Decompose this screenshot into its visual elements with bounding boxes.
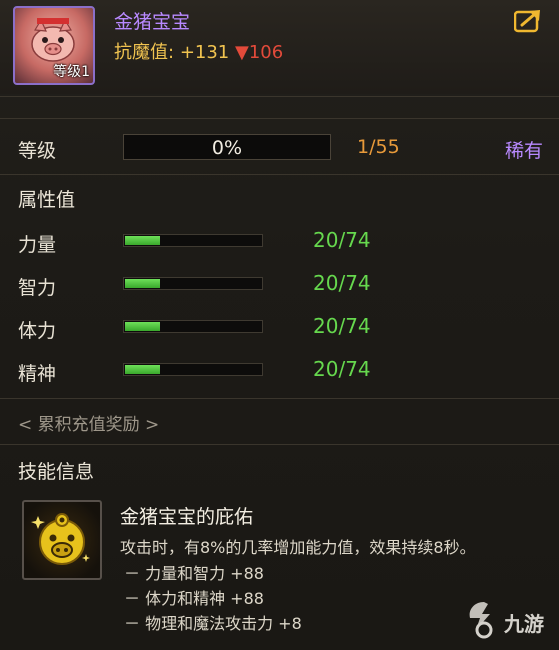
attributes-title: 属性值 <box>18 189 76 211</box>
skill-section-title: 技能信息 <box>18 461 95 483</box>
divider <box>0 174 559 175</box>
level-percent: 0% <box>211 137 243 159</box>
level-label: 等级 <box>18 140 57 162</box>
stat-label-spirit: 精神 <box>18 363 57 385</box>
watermark-text: 九游 <box>504 612 544 636</box>
stat-fill <box>125 322 161 331</box>
resist-stat: 抗魔值: +131 ▼106 <box>114 38 283 64</box>
stat-bar-intellect <box>123 277 263 290</box>
watermark-logo-icon <box>469 602 493 639</box>
share-icon[interactable] <box>514 9 542 33</box>
level-count: 1/55 <box>357 136 400 158</box>
skill-description: 攻击时，有8%的几率增加能力值，效果持续8秒。 <box>120 538 476 557</box>
skill-effect-3: － 物理和魔法攻击力 +8 <box>124 614 302 633</box>
stat-value-stamina: 20/74 <box>313 314 371 338</box>
pig-avatar-icon <box>31 18 75 62</box>
stat-label-stamina: 体力 <box>18 320 57 342</box>
site-watermark: 九游 <box>466 600 556 644</box>
stat-fill <box>125 365 161 374</box>
pet-level-badge: 等级1 <box>53 64 90 80</box>
stat-fill <box>125 236 161 245</box>
resist-drop: ▼106 <box>235 42 284 63</box>
stat-fill <box>125 279 161 288</box>
pet-header: 等级1 金猪宝宝 抗魔值: +131 ▼106 <box>0 0 559 94</box>
resist-value: +131 <box>179 42 230 63</box>
pet-name: 金猪宝宝 <box>114 11 191 33</box>
rarity-label: 稀有 <box>505 140 544 162</box>
recharge-reward-link[interactable]: < 累积充值奖励 > <box>18 410 159 435</box>
stat-value-intellect: 20/74 <box>313 271 371 295</box>
divider <box>0 118 559 119</box>
stat-value-spirit: 20/74 <box>313 357 371 381</box>
stat-value-strength: 20/74 <box>313 228 371 252</box>
level-progress-bar: 0% <box>123 134 331 160</box>
stat-bar-spirit <box>123 363 263 376</box>
divider <box>0 96 559 97</box>
stat-label-intellect: 智力 <box>18 277 57 299</box>
stat-bar-stamina <box>123 320 263 333</box>
skill-effect-1: － 力量和智力 +88 <box>124 564 264 583</box>
skill-name: 金猪宝宝的庇佑 <box>120 506 254 528</box>
golden-pig-skill-icon <box>31 513 90 565</box>
pet-portrait[interactable]: 等级1 <box>13 6 95 85</box>
pet-detail-panel: 等级1 金猪宝宝 抗魔值: +131 ▼106 等级 0% 1/55 稀有 属性… <box>0 0 559 650</box>
stat-bar-strength <box>123 234 263 247</box>
stat-label-strength: 力量 <box>18 234 57 256</box>
skill-effect-2: － 体力和精神 +88 <box>124 589 264 608</box>
resist-label: 抗魔值: <box>114 42 175 63</box>
divider <box>0 444 559 445</box>
divider <box>0 398 559 399</box>
skill-icon[interactable] <box>22 500 102 580</box>
